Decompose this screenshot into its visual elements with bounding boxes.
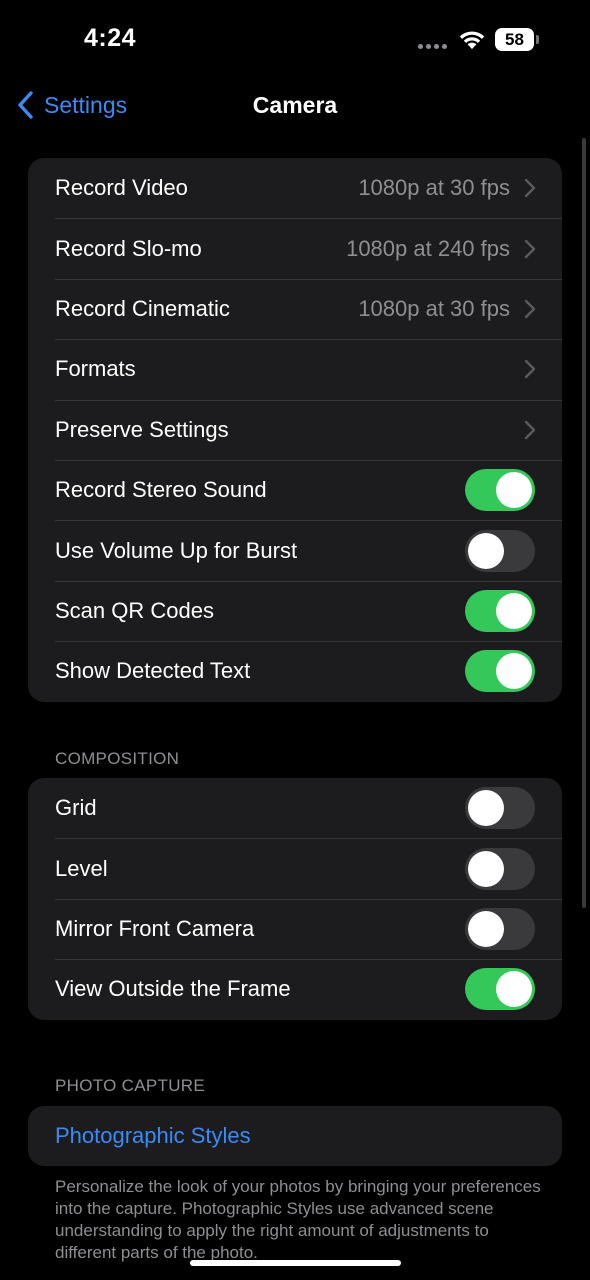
composition-group: Grid Level Mirror Front Camera View Outs…	[28, 778, 562, 1020]
row-value: 1080p at 240 fps	[346, 235, 510, 261]
volume-up-burst-toggle[interactable]	[465, 529, 535, 572]
photo-capture-section-header: PHOTO CAPTURE	[55, 1076, 205, 1095]
composition-section-header: COMPOSITION	[55, 749, 180, 768]
row-label: Grid	[55, 795, 97, 821]
view-outside-frame-row: View Outside the Frame	[28, 959, 562, 1019]
row-label: Level	[55, 855, 108, 881]
scan-qr-codes-toggle[interactable]	[465, 589, 535, 632]
show-detected-text-toggle[interactable]	[465, 650, 535, 693]
row-label: Preserve Settings	[55, 416, 229, 442]
record-video-row[interactable]: Record Video 1080p at 30 fps	[28, 158, 562, 218]
row-value: 1080p at 30 fps	[358, 295, 510, 321]
status-bar: 4:24 58	[0, 0, 590, 80]
photographic-styles-link[interactable]: Photographic Styles	[55, 1123, 251, 1149]
status-time: 4:24	[84, 24, 137, 52]
recording-settings-group: Record Video 1080p at 30 fps Record Slo-…	[28, 158, 562, 702]
show-detected-text-row: Show Detected Text	[28, 641, 562, 701]
row-label: Record Stereo Sound	[55, 477, 267, 503]
grid-row: Grid	[28, 778, 562, 838]
chevron-right-icon	[524, 360, 536, 379]
chevron-right-icon	[524, 420, 536, 439]
record-cinematic-row[interactable]: Record Cinematic 1080p at 30 fps	[28, 278, 562, 339]
level-row: Level	[28, 838, 562, 898]
chevron-right-icon	[524, 178, 536, 198]
page-title: Camera	[252, 92, 338, 118]
view-outside-frame-toggle[interactable]	[465, 968, 535, 1011]
chevron-right-icon	[524, 299, 536, 319]
record-stereo-sound-toggle[interactable]	[465, 469, 535, 512]
wifi-icon	[459, 31, 485, 49]
preserve-settings-row[interactable]: Preserve Settings	[28, 399, 562, 460]
formats-row[interactable]: Formats	[28, 339, 562, 399]
row-label: View Outside the Frame	[55, 976, 291, 1002]
grid-toggle[interactable]	[465, 787, 535, 830]
scroll-indicator[interactable]	[582, 138, 586, 908]
photographic-styles-row[interactable]: Photographic Styles	[28, 1106, 562, 1166]
row-label: Record Video	[55, 175, 188, 201]
row-label: Use Volume Up for Burst	[55, 537, 298, 563]
level-toggle[interactable]	[465, 847, 535, 890]
row-label: Mirror Front Camera	[55, 915, 255, 941]
row-label: Scan QR Codes	[55, 597, 214, 623]
navigation-bar: Settings Camera	[0, 80, 590, 130]
record-stereo-sound-row: Record Stereo Sound	[28, 459, 562, 520]
row-label: Record Cinematic	[55, 295, 230, 321]
row-label: Show Detected Text	[55, 658, 251, 684]
cellular-signal-icon	[418, 44, 452, 50]
photo-capture-group: Photographic Styles	[28, 1106, 562, 1167]
volume-up-burst-row: Use Volume Up for Burst	[28, 520, 562, 580]
home-indicator[interactable]	[190, 1260, 401, 1266]
photographic-styles-description: Personalize the look of your photos by b…	[55, 1177, 541, 1262]
mirror-front-camera-toggle[interactable]	[465, 907, 535, 950]
row-label: Formats	[55, 356, 136, 382]
battery-level: 58	[495, 28, 534, 51]
row-label: Record Slo-mo	[55, 235, 202, 261]
chevron-right-icon	[524, 239, 536, 258]
mirror-front-camera-row: Mirror Front Camera	[28, 898, 562, 959]
scan-qr-codes-row: Scan QR Codes	[28, 580, 562, 641]
battery-icon: 58	[495, 28, 539, 51]
record-slo-mo-row[interactable]: Record Slo-mo 1080p at 240 fps	[28, 218, 562, 278]
row-value: 1080p at 30 fps	[358, 175, 510, 201]
